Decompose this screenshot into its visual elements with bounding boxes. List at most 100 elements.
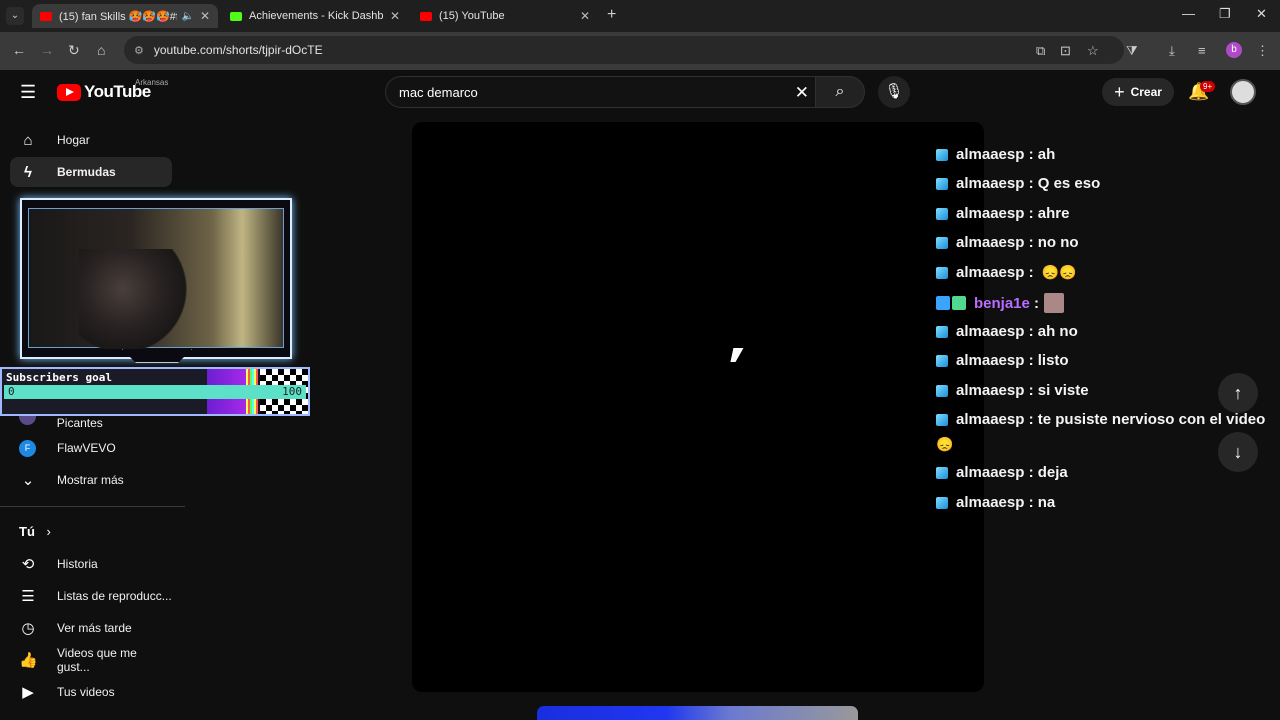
browser-menu-icon[interactable]: ⋮ xyxy=(1256,43,1269,59)
chat-message: almaaesp : Q es eso xyxy=(936,175,1100,192)
show-more-button[interactable]: ⌄ Mostrar más xyxy=(10,465,172,495)
you-heading-label: Tú xyxy=(19,524,35,539)
chat-username: almaaesp xyxy=(956,264,1025,281)
sidebar-item-liked-videos[interactable]: 👍 Videos que me gust... xyxy=(10,645,172,675)
chat-username: benja1e xyxy=(974,294,1030,312)
sidebar-item-label: Hogar xyxy=(57,133,90,147)
you-section-heading[interactable]: Tú › xyxy=(19,524,51,539)
chat-separator: : xyxy=(1028,323,1034,340)
chevron-right-icon: › xyxy=(46,524,51,539)
tab-fan-skills[interactable]: (15) fan Skills 🥵🥵🥵#fun 🔈 ✕ xyxy=(32,4,218,28)
viewer-badge-icon xyxy=(936,496,948,509)
chat-message: almaaesp : deja xyxy=(936,464,1068,481)
url-field[interactable]: ⚙ youtube.com/shorts/tjpir-dOcTE xyxy=(124,36,1124,64)
hamburger-menu-icon[interactable]: ☰ xyxy=(20,82,36,103)
chat-separator: : xyxy=(1028,382,1034,399)
sidebar-item-label: Historia xyxy=(57,557,98,571)
search-button[interactable]: ⌕ xyxy=(815,76,865,108)
chat-username: almaaesp xyxy=(956,411,1025,428)
chat-username: almaaesp xyxy=(956,323,1025,340)
bookmark-star-icon[interactable]: ☆ xyxy=(1087,43,1099,59)
sidebar-item-subscription[interactable]: F FlawVEVO xyxy=(10,433,172,463)
sidebar-item-label: Videos que me gust... xyxy=(57,646,137,674)
forward-icon[interactable]: → xyxy=(40,42,54,58)
chat-separator: : xyxy=(1028,205,1034,222)
search-input[interactable]: mac demarco ✕ xyxy=(385,76,815,108)
reload-icon[interactable]: ↻ xyxy=(68,42,80,59)
youtube-logo[interactable]: YouTube Arkansas xyxy=(57,78,168,102)
sidebar-item-home[interactable]: ⌂ Hogar xyxy=(10,125,172,155)
sidebar-item-shorts[interactable]: ϟ Bermudas xyxy=(10,157,172,187)
download-icon[interactable]: ⤓ xyxy=(1169,43,1175,59)
chat-text: ah xyxy=(1037,146,1056,163)
streamer-silhouette xyxy=(79,249,189,349)
create-label: Crear xyxy=(1130,85,1162,99)
youtube-favicon-icon xyxy=(40,11,52,21)
chat-text: te pusiste nervioso con el video xyxy=(1037,411,1266,428)
close-tab-icon[interactable]: ✕ xyxy=(390,9,400,23)
tab-kick-dashboard[interactable]: Achievements - Kick Dashboard ✕ xyxy=(222,4,408,28)
create-button[interactable]: + Crear xyxy=(1102,78,1174,106)
sidebar-item-playlists[interactable]: ☰ Listas de reproducc... xyxy=(10,581,172,611)
next-short-button[interactable]: ↓ xyxy=(1218,432,1258,472)
url-text: youtube.com/shorts/tjpir-dOcTE xyxy=(153,43,323,57)
tab-search-icon[interactable]: ⌄ xyxy=(6,7,24,25)
viewer-badge-icon xyxy=(936,325,948,338)
minimize-button[interactable]: — xyxy=(1182,6,1195,21)
emote-image xyxy=(1044,293,1065,313)
webcam-feed xyxy=(28,208,284,349)
account-avatar[interactable] xyxy=(1230,79,1256,105)
chat-text: na xyxy=(1037,494,1056,511)
close-tab-icon[interactable]: ✕ xyxy=(580,9,590,23)
back-icon[interactable]: ← xyxy=(12,42,26,58)
site-info-icon[interactable]: ⚙ xyxy=(134,44,144,57)
viewer-badge-icon xyxy=(936,266,948,279)
subscribers-goal-widget: Subscribers goal 0 100 xyxy=(0,367,310,416)
chat-separator: : xyxy=(1028,494,1034,511)
chat-separator: : xyxy=(1034,294,1040,312)
clear-search-icon[interactable]: ✕ xyxy=(795,83,809,103)
sidebar-item-watch-later[interactable]: ◷ Ver más tarde xyxy=(10,613,172,643)
chat-username: almaaesp xyxy=(956,175,1025,192)
chat-separator: : xyxy=(1028,264,1034,281)
chat-username: almaaesp xyxy=(956,464,1025,481)
chat-message: almaaesp : na xyxy=(936,494,1055,511)
previous-short-button[interactable]: ↑ xyxy=(1218,373,1258,413)
viewer-badge-icon xyxy=(936,466,948,479)
close-window-button[interactable]: ✕ xyxy=(1256,6,1267,22)
viewer-badge-icon xyxy=(936,236,948,249)
video-icon: ▶ xyxy=(22,684,34,701)
new-tab-button[interactable]: + xyxy=(607,6,616,24)
speaker-icon[interactable]: 🔈 xyxy=(181,11,193,22)
chat-text: ah no xyxy=(1037,323,1078,340)
chat-message: almaaesp : ah xyxy=(936,146,1055,163)
sidebar-item-label: Ver más tarde xyxy=(57,621,132,635)
media-control-icon[interactable]: ≡ xyxy=(1198,43,1206,58)
sidebar-item-history[interactable]: ⟲ Historia xyxy=(10,549,172,579)
shorts-video-player[interactable] xyxy=(412,122,984,692)
next-short-preview[interactable] xyxy=(537,706,858,720)
chat-username: almaaesp xyxy=(956,352,1025,369)
maximize-button[interactable]: ❐ xyxy=(1219,6,1231,22)
tab-youtube[interactable]: (15) YouTube ✕ xyxy=(412,4,598,28)
chat-message: almaaesp : listo xyxy=(936,352,1069,369)
webcam-overlay xyxy=(20,198,292,363)
chat-separator: : xyxy=(1028,464,1034,481)
chat-text: ahre xyxy=(1037,205,1070,222)
home-icon[interactable]: ⌂ xyxy=(97,42,105,58)
sidebar-item-your-videos[interactable]: ▶ Tus videos xyxy=(10,677,172,707)
extensions-icon[interactable]: ⧩ xyxy=(1126,43,1138,59)
chat-message: benja1e : xyxy=(936,293,1065,313)
kick-favicon-icon xyxy=(230,11,242,21)
translate-icon[interactable]: ⧉ xyxy=(1036,43,1045,59)
voice-search-button[interactable]: 🎙 xyxy=(878,76,910,108)
install-app-icon[interactable]: ⊡ xyxy=(1060,43,1071,59)
close-tab-icon[interactable]: ✕ xyxy=(200,9,210,23)
country-code: Arkansas xyxy=(135,78,169,87)
arrow-up-icon: ↑ xyxy=(1233,383,1243,403)
chat-separator: : xyxy=(1028,411,1034,428)
profile-avatar[interactable]: b xyxy=(1226,42,1242,58)
microphone-icon: 🎙 xyxy=(884,83,904,100)
chat-separator: : xyxy=(1028,175,1034,192)
thumbs-up-icon: 👍 xyxy=(19,652,38,669)
